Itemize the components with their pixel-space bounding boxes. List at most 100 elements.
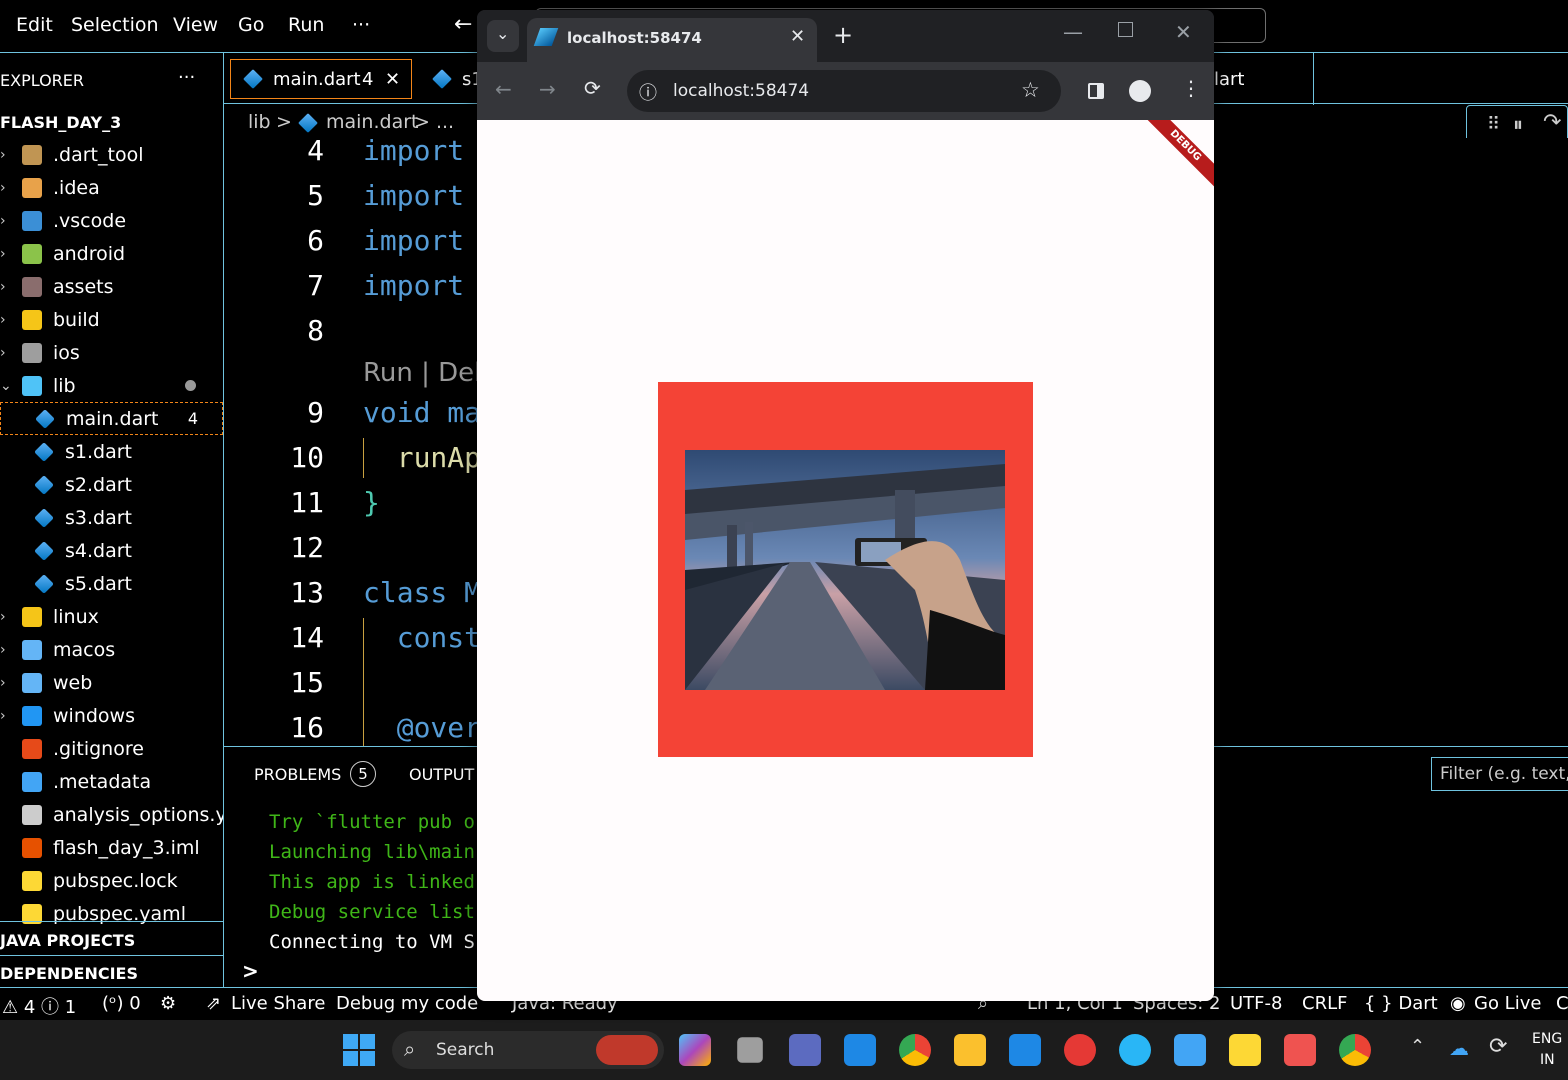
filter-input[interactable]: Filter (e.g. text, ! bbox=[1431, 757, 1568, 791]
chevron-right-icon[interactable]: › bbox=[0, 312, 12, 328]
file-explorer-icon[interactable] bbox=[954, 1034, 986, 1066]
code-line[interactable]: const bbox=[363, 621, 481, 654]
breadcrumb-file[interactable]: main.dart bbox=[326, 111, 418, 133]
close-icon[interactable]: ✕ bbox=[790, 26, 805, 47]
debug-launch-icon[interactable]: ⚙ bbox=[160, 993, 176, 1014]
side-panel-icon[interactable] bbox=[1088, 83, 1104, 99]
tree-item[interactable]: › ios bbox=[0, 336, 223, 369]
kebab-menu-icon[interactable]: ⋮ bbox=[1181, 76, 1201, 100]
teams-icon[interactable] bbox=[789, 1034, 821, 1066]
codelens-run-debug[interactable]: Run | Deb bbox=[363, 358, 491, 388]
chevron-right-icon[interactable]: › bbox=[0, 642, 12, 658]
site-info-icon[interactable]: ⓘ bbox=[639, 79, 657, 105]
menu-edit[interactable]: Edit bbox=[16, 14, 53, 36]
store-icon[interactable] bbox=[1174, 1034, 1206, 1066]
status-live-share[interactable]: Live Share bbox=[231, 993, 325, 1014]
menu-go[interactable]: Go bbox=[238, 14, 264, 36]
code-line[interactable]: class M bbox=[363, 576, 481, 609]
code-line[interactable]: import bbox=[363, 138, 464, 167]
tree-item[interactable]: › .idea bbox=[0, 171, 223, 204]
taskbar-search[interactable]: ⌕ Search bbox=[392, 1031, 664, 1069]
tree-item[interactable]: .metadata bbox=[0, 765, 223, 798]
status-ports[interactable]: (ᵒ) 0 bbox=[102, 993, 141, 1014]
step-over-icon[interactable]: ↷ bbox=[1543, 110, 1561, 135]
chevron-right-icon[interactable]: › bbox=[0, 675, 12, 691]
breadcrumb-lib[interactable]: lib bbox=[248, 111, 271, 133]
forward-icon[interactable]: → bbox=[539, 77, 556, 101]
status-extra[interactable]: C bbox=[1556, 993, 1568, 1014]
snipping-tool-icon[interactable] bbox=[1284, 1034, 1316, 1066]
tab-third[interactable]: lart bbox=[1214, 59, 1245, 99]
pause-icon[interactable]: ⏸ bbox=[1513, 112, 1523, 136]
minimize-icon[interactable]: — bbox=[1063, 20, 1083, 44]
menu-run[interactable]: Run bbox=[288, 14, 324, 36]
code-line[interactable]: import bbox=[363, 179, 464, 212]
status-go-live[interactable]: Go Live bbox=[1474, 993, 1541, 1014]
tree-item[interactable]: › android bbox=[0, 237, 223, 270]
project-title[interactable]: FLASH_DAY_3 bbox=[0, 113, 121, 132]
tree-item[interactable]: pubspec.lock bbox=[0, 864, 223, 897]
back-icon[interactable]: ← bbox=[495, 77, 512, 101]
tree-item[interactable]: s1.dart bbox=[0, 435, 223, 468]
address-bar[interactable]: ⓘ localhost:58474 ☆ bbox=[627, 70, 1061, 112]
tree-item[interactable]: s2.dart bbox=[0, 468, 223, 501]
onedrive-icon[interactable]: ☁ bbox=[1449, 1036, 1469, 1060]
chevron-right-icon[interactable]: › bbox=[0, 708, 12, 724]
status-debug[interactable]: Debug my code bbox=[336, 993, 478, 1014]
tab-search-button[interactable]: ⌄ bbox=[487, 20, 519, 52]
chevron-right-icon[interactable]: › bbox=[0, 213, 12, 229]
tree-item[interactable]: › .dart_tool bbox=[0, 138, 223, 171]
tab-problems[interactable]: PROBLEMS bbox=[254, 765, 341, 784]
tree-item[interactable]: › windows bbox=[0, 699, 223, 732]
chevron-right-icon[interactable]: › bbox=[0, 345, 12, 361]
maximize-icon[interactable] bbox=[1118, 22, 1133, 37]
tree-item[interactable]: flash_day_3.iml bbox=[0, 831, 223, 864]
tree-item[interactable]: › .vscode bbox=[0, 204, 223, 237]
input-language[interactable]: ENG bbox=[1532, 1031, 1562, 1047]
windows-start-icon[interactable] bbox=[343, 1034, 375, 1066]
tree-item[interactable]: › linux bbox=[0, 600, 223, 633]
vscode-icon[interactable] bbox=[1009, 1034, 1041, 1066]
code-line[interactable]: void ma bbox=[363, 396, 481, 429]
chrome-icon-2[interactable] bbox=[1339, 1034, 1371, 1066]
status-problems[interactable]: ⚠ 4 ⓘ 1 bbox=[2, 993, 76, 1019]
status-eol[interactable]: CRLF bbox=[1302, 993, 1347, 1014]
dependencies-header[interactable]: DEPENDENCIES bbox=[0, 964, 138, 983]
chevron-right-icon[interactable]: › bbox=[0, 246, 12, 262]
tree-item[interactable]: s3.dart bbox=[0, 501, 223, 534]
tree-item[interactable]: s5.dart bbox=[0, 567, 223, 600]
new-tab-icon[interactable]: + bbox=[833, 21, 853, 49]
menu-more[interactable]: ··· bbox=[352, 14, 370, 36]
code-line[interactable]: } bbox=[363, 486, 380, 519]
tree-item[interactable]: › macos bbox=[0, 633, 223, 666]
menu-selection[interactable]: Selection bbox=[71, 14, 159, 36]
chrome-icon[interactable] bbox=[899, 1034, 931, 1066]
chevron-up-icon[interactable]: ⌃ bbox=[1410, 1036, 1425, 1057]
tree-item[interactable]: .gitignore bbox=[0, 732, 223, 765]
tab-output[interactable]: OUTPUT bbox=[409, 765, 474, 784]
sync-icon[interactable]: ⟳ bbox=[1489, 1034, 1507, 1059]
terminal-prompt[interactable]: > bbox=[242, 959, 259, 983]
status-language[interactable]: { } Dart bbox=[1364, 993, 1438, 1014]
chevron-right-icon[interactable]: › bbox=[0, 609, 12, 625]
breadcrumb-symbols[interactable]: > ... bbox=[414, 111, 454, 133]
code-line[interactable]: import bbox=[363, 224, 464, 257]
tree-item[interactable]: › assets bbox=[0, 270, 223, 303]
chevron-right-icon[interactable]: › bbox=[0, 180, 12, 196]
mail-icon[interactable] bbox=[844, 1034, 876, 1066]
code-line[interactable]: import bbox=[363, 269, 464, 302]
chevron-right-icon[interactable]: › bbox=[0, 147, 12, 163]
input-region[interactable]: IN bbox=[1540, 1052, 1555, 1068]
browser-tab[interactable]: localhost:58474 ✕ bbox=[527, 18, 817, 62]
tree-item[interactable]: › build bbox=[0, 303, 223, 336]
profile-avatar-icon[interactable] bbox=[1129, 80, 1151, 102]
status-encoding[interactable]: UTF-8 bbox=[1230, 993, 1282, 1014]
wps-icon[interactable] bbox=[1064, 1034, 1096, 1066]
tree-item[interactable]: › web bbox=[0, 666, 223, 699]
back-arrow-icon[interactable]: ← bbox=[454, 12, 472, 37]
java-projects-header[interactable]: JAVA PROJECTS bbox=[0, 931, 135, 950]
menu-view[interactable]: View bbox=[173, 14, 218, 36]
chevron-down-icon[interactable]: ⌄ bbox=[0, 378, 12, 394]
copilot-icon[interactable] bbox=[679, 1034, 711, 1066]
explorer-more-button[interactable]: ··· bbox=[178, 67, 195, 88]
